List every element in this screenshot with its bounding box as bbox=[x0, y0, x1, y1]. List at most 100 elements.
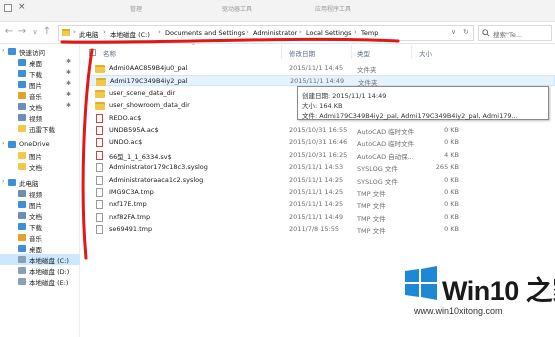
sidebar-item[interactable]: 视频 bbox=[0, 188, 80, 199]
folder-icon bbox=[95, 89, 105, 98]
expand-chevron-icon[interactable]: › bbox=[2, 178, 4, 185]
sidebar-item[interactable]: 桌面 bbox=[0, 243, 80, 254]
file-tooltip: 创建日期: 2015/11/1 14:49 大小: 164 KB 文件: Adm… bbox=[297, 86, 549, 120]
file-row[interactable]: Admi179C349B4iy2_pal 2015/11/1 14:49 文件夹 bbox=[87, 75, 555, 87]
pin-icon[interactable]: ✱ bbox=[66, 58, 71, 65]
star-icon bbox=[8, 48, 16, 55]
file-icon bbox=[96, 188, 103, 197]
sidebar-item[interactable]: 下载 ✱ bbox=[0, 68, 80, 79]
sort-ascending-icon: ⌃ bbox=[191, 43, 197, 50]
chevron-right-icon: › bbox=[246, 28, 249, 36]
file-row[interactable]: IMG9C3A.tmp 2015/11/1 14:25 TMP 文件 0 KB bbox=[87, 187, 555, 198]
sidebar-item-label: 下载 bbox=[29, 71, 42, 79]
file-row[interactable]: 66型_1_1_6334.sv$ 2015/10/31 16:25 AutoCAD … bbox=[87, 150, 555, 161]
file-size: 0 KB bbox=[444, 212, 459, 221]
ribbon-tab-app-tools[interactable]: 应用程序工具 bbox=[315, 4, 351, 13]
sidebar-item[interactable]: › 快速访问 bbox=[0, 46, 80, 57]
forward-arrow-icon[interactable]: → bbox=[16, 26, 28, 37]
up-arrow-icon[interactable]: ↑ bbox=[41, 26, 53, 37]
folder-icon bbox=[62, 29, 70, 36]
sidebar-item[interactable]: 音乐 ✱ bbox=[0, 90, 80, 101]
folder-icon bbox=[18, 152, 26, 159]
pin-icon[interactable]: ✱ bbox=[66, 91, 71, 98]
expand-chevron-icon[interactable]: › bbox=[2, 47, 4, 54]
recent-chevron-icon[interactable]: ∨ bbox=[29, 28, 41, 36]
sidebar-item-label: 图片 bbox=[29, 153, 42, 161]
file-name: 66型_1_1_6334.sv$ bbox=[109, 152, 172, 161]
pictures-icon bbox=[18, 201, 26, 208]
column-header-type[interactable]: 类型 bbox=[357, 48, 370, 58]
sidebar-item[interactable]: 视频 bbox=[0, 112, 80, 123]
refresh-icon[interactable]: ↻ bbox=[463, 28, 469, 36]
address-dropdown-icon[interactable]: ∨ bbox=[451, 28, 456, 36]
sidebar-item[interactable]: › 此电脑 bbox=[0, 177, 80, 188]
crumb-documents-and-settings[interactable]: Documents and Settings bbox=[165, 29, 245, 37]
sidebar-item[interactable]: 文档 ✱ bbox=[0, 101, 80, 112]
expand-chevron-icon[interactable]: › bbox=[2, 140, 4, 147]
file-row[interactable]: UNDB595A.ac$ 2015/10/31 16:55 AutoCAD 临时文件… bbox=[87, 125, 555, 136]
search-box[interactable]: 搜索"Te... bbox=[478, 25, 552, 41]
crumb-administrator[interactable]: Administrator bbox=[253, 29, 297, 37]
sidebar-item[interactable]: 桌面 ✱ bbox=[0, 57, 80, 68]
crumb-local-settings[interactable]: Local Settings bbox=[306, 29, 352, 37]
sidebar-item-label: 桌面 bbox=[29, 246, 42, 254]
pin-icon[interactable]: ✱ bbox=[66, 69, 71, 76]
sidebar-item-label: 迅雷下载 bbox=[29, 126, 55, 134]
pin-icon[interactable]: ✱ bbox=[66, 102, 71, 109]
ribbon-tab-manage[interactable]: 管理 bbox=[130, 4, 142, 13]
sidebar-item[interactable]: 本地磁盘 (D:) bbox=[0, 265, 80, 276]
sidebar-item[interactable]: 图片 bbox=[0, 150, 80, 161]
sidebar-item[interactable]: 图片 ✱ bbox=[0, 79, 80, 90]
select-all-checkbox[interactable] bbox=[89, 49, 96, 56]
sidebar-item-label: 桌面 bbox=[29, 60, 42, 68]
column-divider[interactable] bbox=[351, 45, 352, 59]
computer-icon bbox=[8, 179, 16, 186]
file-row[interactable]: nxf17E.tmp 2015/11/1 14:25 TMP 文件 0 KB bbox=[87, 199, 555, 210]
file-modified: 2015/10/31 16:25 bbox=[289, 150, 348, 159]
file-name: se69491.tmp bbox=[109, 225, 153, 234]
file-type: 文件夹 bbox=[357, 66, 377, 74]
file-icon bbox=[96, 212, 103, 222]
sidebar-item[interactable]: 本地磁盘 (E:) bbox=[0, 276, 80, 287]
file-row[interactable]: nxf82FA.tmp 2015/11/1 14:49 TMP 文件 0 KB bbox=[87, 212, 555, 223]
address-bar[interactable]: › 此电脑 › 本地磁盘 (C:) › Documents and Settin… bbox=[58, 25, 474, 41]
ribbon-tab-drive-tools[interactable]: 驱动器工具 bbox=[222, 4, 252, 13]
sidebar-item[interactable]: › OneDrive bbox=[0, 139, 80, 150]
column-header-modified[interactable]: 修改日期 bbox=[289, 48, 315, 58]
file-name: user_showroom_data_dir bbox=[109, 101, 190, 110]
sidebar-item-label: 本地磁盘 (C:) bbox=[29, 257, 69, 265]
sidebar-item[interactable]: 文档 bbox=[0, 161, 80, 172]
tooltip-created: 创建日期: 2015/11/1 14:49 bbox=[302, 92, 387, 100]
documents-icon bbox=[18, 103, 26, 110]
crumb-local-disk-c[interactable]: 本地磁盘 (C:) bbox=[110, 29, 150, 39]
file-size: 4 KB bbox=[444, 150, 459, 159]
sidebar-item[interactable]: 音乐 bbox=[0, 232, 80, 243]
ribbon-close-icon[interactable]: × bbox=[18, 2, 26, 12]
sidebar-item-label: 本地磁盘 (E:) bbox=[29, 279, 69, 287]
file-type: SYSLOG 文件 bbox=[357, 177, 398, 186]
sidebar-item[interactable]: 下载 bbox=[0, 221, 80, 232]
sidebar-item[interactable]: 迅雷下载 bbox=[0, 123, 80, 134]
back-arrow-icon[interactable]: ← bbox=[3, 26, 15, 37]
ribbon-checkbox[interactable] bbox=[4, 4, 12, 12]
column-header-size[interactable]: 大小 bbox=[419, 48, 432, 58]
file-row[interactable]: se69491.tmp 2011/7/8 15:55 TMP 文件 0 KB bbox=[87, 224, 555, 235]
file-row[interactable]: Administratoraaca1c2.syslog 2015/11/1 14:… bbox=[87, 175, 555, 186]
column-header-name[interactable]: 名称 bbox=[103, 48, 116, 58]
file-type: AutoCAD 临时文件 bbox=[357, 140, 415, 149]
column-divider[interactable] bbox=[411, 45, 412, 59]
chevron-right-icon: › bbox=[354, 28, 357, 36]
file-row[interactable]: Administrator179c18c3.syslog 2015/11/1 14… bbox=[87, 162, 555, 173]
sidebar-item[interactable]: 图片 bbox=[0, 199, 80, 210]
column-divider[interactable] bbox=[281, 45, 282, 59]
file-modified: 2015/11/1 14:53 bbox=[289, 163, 344, 172]
crumb-this-pc[interactable]: 此电脑 bbox=[79, 29, 99, 39]
sidebar-item[interactable]: 本地磁盘 (C:) bbox=[0, 254, 80, 265]
sidebar-item-label: 文档 bbox=[29, 104, 42, 112]
file-row[interactable]: Admi0AAC859B4ju0_pal 2015/11/1 14:45 文件夹 bbox=[87, 63, 555, 74]
sidebar-item[interactable]: 文档 bbox=[0, 210, 80, 221]
file-row[interactable]: UNDO.ac$ 2015/10/31 16:46 AutoCAD 临时文件 0 KB bbox=[87, 137, 555, 148]
tooltip-files: 文件: Admi179C349B4iy2_pal, Admi179C349B4i… bbox=[302, 112, 518, 120]
pin-icon[interactable]: ✱ bbox=[66, 80, 71, 87]
crumb-temp[interactable]: Temp bbox=[361, 29, 378, 37]
